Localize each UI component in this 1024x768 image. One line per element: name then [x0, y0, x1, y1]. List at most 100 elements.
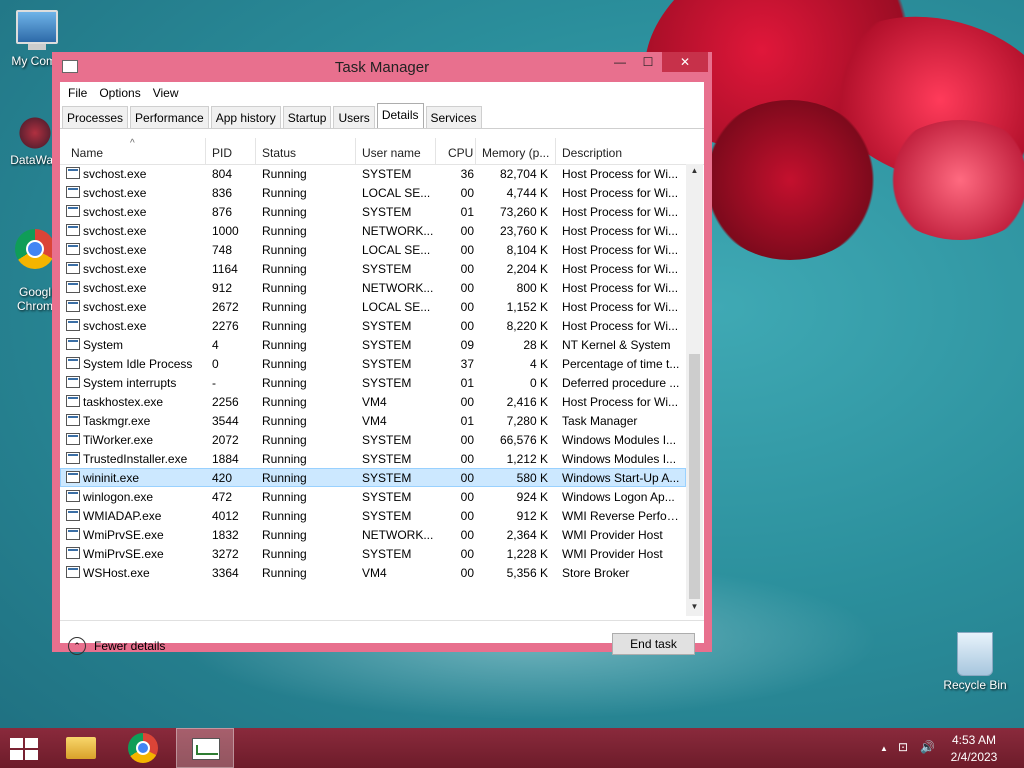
- cell-description: Host Process for Wi...: [562, 319, 679, 333]
- column-divider[interactable]: [355, 138, 356, 164]
- cell-pid: 912: [212, 281, 233, 295]
- tab-performance[interactable]: Performance: [130, 106, 209, 128]
- column-divider[interactable]: [435, 138, 436, 164]
- column-header-name[interactable]: Name: [71, 146, 103, 160]
- cell-status: Running: [262, 338, 307, 352]
- minimize-button[interactable]: —: [606, 52, 634, 72]
- task-manager-icon: [192, 738, 220, 760]
- volume-icon[interactable]: 🔊: [920, 740, 935, 754]
- cell-status: Running: [262, 376, 307, 390]
- column-divider[interactable]: [255, 138, 256, 164]
- table-row[interactable]: winlogon.exe 472 Running SYSTEM 00 924 K Windo…: [60, 487, 686, 506]
- process-icon: [66, 566, 80, 578]
- close-button[interactable]: ✕: [662, 52, 708, 72]
- process-icon: [66, 395, 80, 407]
- vertical-scrollbar[interactable]: ▲ ▼: [686, 164, 703, 616]
- process-icon: [66, 319, 80, 331]
- table-row[interactable]: svchost.exe 836 Running LOCAL SE... 00 4,744 …: [60, 183, 686, 202]
- menu-file[interactable]: File: [62, 82, 93, 104]
- column-header-description[interactable]: Description: [562, 146, 622, 160]
- tab-app-history[interactable]: App history: [210, 106, 281, 128]
- cell-description: Task Manager: [562, 414, 638, 428]
- table-row[interactable]: System interrupts - Running SYSTEM 01 0 K Defe…: [60, 373, 686, 392]
- tab-services[interactable]: Services: [425, 106, 482, 128]
- taskbar-task-manager[interactable]: [176, 728, 234, 768]
- column-header-cpu[interactable]: CPU: [448, 146, 473, 160]
- cell-user-name: SYSTEM: [362, 262, 412, 276]
- clock[interactable]: 4:53 AM 2/4/2023: [944, 733, 1004, 764]
- column-header-status[interactable]: Status: [262, 146, 296, 160]
- cell-cpu: 00: [460, 433, 474, 447]
- table-row[interactable]: System Idle Process 0 Running SYSTEM 37 4 K Pe…: [60, 354, 686, 373]
- taskbar-file-explorer[interactable]: [52, 728, 110, 768]
- title-bar[interactable]: Task Manager — ☐ ✕: [52, 52, 712, 82]
- maximize-button[interactable]: ☐: [634, 52, 662, 72]
- table-row[interactable]: TiWorker.exe 2072 Running SYSTEM 00 66,576 K W…: [60, 430, 686, 449]
- table-row[interactable]: WMIADAP.exe 4012 Running SYSTEM 00 912 K WMI R…: [60, 506, 686, 525]
- table-row[interactable]: svchost.exe 1164 Running SYSTEM 00 2,204 K Hos…: [60, 259, 686, 278]
- cell-user-name: NETWORK...: [362, 528, 434, 542]
- menu-view[interactable]: View: [147, 82, 185, 104]
- scrollbar-thumb[interactable]: [689, 354, 700, 599]
- column-header-pid[interactable]: PID: [212, 146, 232, 160]
- cell-user-name: SYSTEM: [362, 471, 412, 485]
- column-divider[interactable]: [475, 138, 476, 164]
- cell-cpu: 00: [460, 528, 474, 542]
- end-task-button[interactable]: End task: [612, 633, 695, 655]
- table-row[interactable]: svchost.exe 912 Running NETWORK... 00 800 K Ho…: [60, 278, 686, 297]
- table-row[interactable]: System 4 Running SYSTEM 09 28 K NT Kernel & Sy…: [60, 335, 686, 354]
- system-tray: ▲ ⊡ 🔊 4:53 AM 2/4/2023: [864, 728, 1024, 768]
- cell-pid: 3544: [212, 414, 239, 428]
- scroll-up-icon[interactable]: ▲: [686, 166, 703, 175]
- table-row[interactable]: svchost.exe 748 Running LOCAL SE... 00 8,104 …: [60, 240, 686, 259]
- cell-description: Windows Modules I...: [562, 452, 677, 466]
- show-hidden-icons-icon[interactable]: ▲: [880, 744, 888, 753]
- tab-processes[interactable]: Processes: [62, 106, 129, 128]
- cell-description: Host Process for Wi...: [562, 395, 679, 409]
- network-icon[interactable]: ⊡: [898, 740, 908, 754]
- cell-name: Taskmgr.exe: [83, 414, 151, 428]
- column-header-user-name[interactable]: User name: [362, 146, 421, 160]
- column-divider[interactable]: [205, 138, 206, 164]
- cell-pid: 836: [212, 186, 233, 200]
- fewer-details-link[interactable]: ⌃ Fewer details: [68, 637, 165, 655]
- cell-memory: 1,152 K: [506, 300, 548, 314]
- menu-options[interactable]: Options: [93, 82, 146, 104]
- taskbar-chrome[interactable]: [114, 728, 172, 768]
- cell-status: Running: [262, 452, 307, 466]
- tab-startup[interactable]: Startup: [282, 106, 332, 128]
- tab-details[interactable]: Details: [376, 103, 424, 128]
- cell-status: Running: [262, 186, 307, 200]
- start-button[interactable]: [10, 738, 38, 760]
- cell-description: Windows Logon Ap...: [562, 490, 675, 504]
- table-row[interactable]: WmiPrvSE.exe 3272 Running SYSTEM 00 1,228 K WM…: [60, 544, 686, 563]
- process-icon: [66, 490, 80, 502]
- column-divider[interactable]: [555, 138, 556, 164]
- table-row[interactable]: svchost.exe 2672 Running LOCAL SE... 00 1,152…: [60, 297, 686, 316]
- cell-description: Host Process for Wi...: [562, 167, 679, 181]
- table-row[interactable]: TrustedInstaller.exe 1884 Running SYSTEM 00 1…: [60, 449, 686, 468]
- scroll-down-icon[interactable]: ▼: [686, 602, 703, 611]
- process-icon: [66, 357, 80, 369]
- cell-memory: 2,364 K: [506, 528, 548, 542]
- table-row[interactable]: Taskmgr.exe 3544 Running VM4 01 7,280 K Task M…: [60, 411, 686, 430]
- desktop-icon-recycle-bin[interactable]: Recycle Bin: [940, 632, 1010, 692]
- table-row[interactable]: svchost.exe 2276 Running SYSTEM 00 8,220 K Hos…: [60, 316, 686, 335]
- table-row[interactable]: svchost.exe 1000 Running NETWORK... 00 23,760…: [60, 221, 686, 240]
- cell-pid: 2672: [212, 300, 239, 314]
- table-row[interactable]: taskhostex.exe 2256 Running VM4 00 2,416 K Hos…: [60, 392, 686, 411]
- table-row[interactable]: svchost.exe 804 Running SYSTEM 36 82,704 K Hos…: [60, 164, 686, 183]
- cell-memory: 8,220 K: [506, 319, 548, 333]
- table-row[interactable]: WmiPrvSE.exe 1832 Running NETWORK... 00 2,364…: [60, 525, 686, 544]
- clock-time: 4:53 AM: [951, 733, 997, 747]
- table-row[interactable]: wininit.exe 420 Running SYSTEM 00 580 K Window…: [60, 468, 686, 487]
- table-row[interactable]: WSHost.exe 3364 Running VM4 00 5,356 K Store B…: [60, 563, 686, 582]
- column-header-memory[interactable]: Memory (p...: [482, 146, 549, 160]
- tab-users[interactable]: Users: [333, 106, 375, 128]
- cell-pid: 2276: [212, 319, 239, 333]
- table-row[interactable]: svchost.exe 876 Running SYSTEM 01 73,260 K Hos…: [60, 202, 686, 221]
- cell-user-name: SYSTEM: [362, 205, 412, 219]
- cell-description: Host Process for Wi...: [562, 300, 679, 314]
- folder-icon: [66, 737, 96, 759]
- process-icon: [66, 300, 80, 312]
